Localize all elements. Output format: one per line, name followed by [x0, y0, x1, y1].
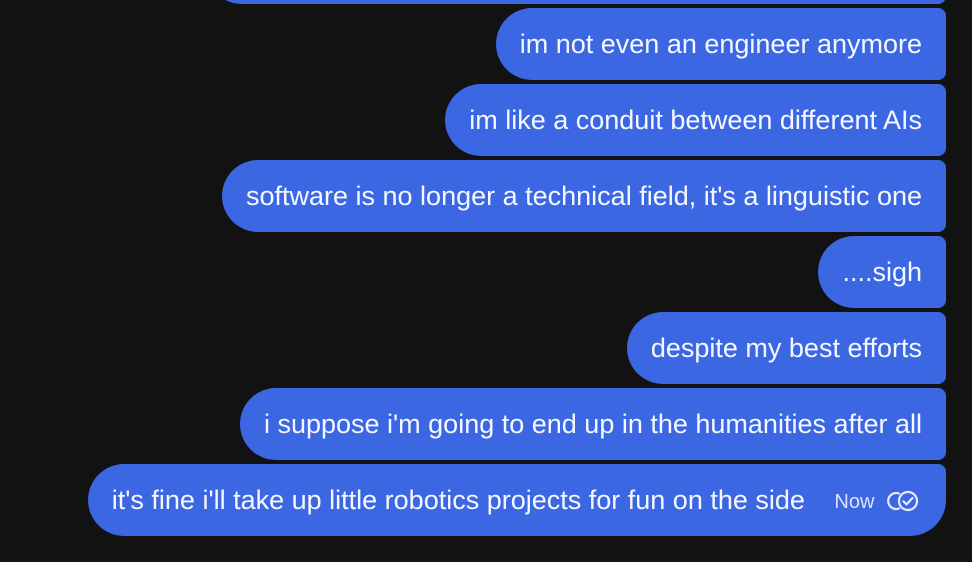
message-bubble[interactable]: software is no longer a technical field,… [221, 160, 946, 232]
message-bubble[interactable]: ....sigh [818, 236, 946, 308]
chat-thread: im not even an engineer anymore im like … [0, 0, 972, 562]
message-text: software is no longer a technical field,… [245, 181, 922, 211]
message-bubble-last[interactable]: it's fine i'll take up little robotics p… [87, 464, 946, 536]
message-meta: Now [834, 464, 922, 540]
message-bubble[interactable]: im like a conduit between different AIs [445, 84, 946, 156]
message-text: i suppose i'm going to end up in the hum… [263, 409, 922, 439]
message-text: im like a conduit between different AIs [469, 105, 922, 135]
message-text: despite my best efforts [650, 333, 922, 363]
message-text: im not even an engineer anymore [519, 29, 922, 59]
message-bubble[interactable]: despite my best efforts [626, 312, 946, 384]
message-timestamp: Now [834, 491, 875, 513]
double-check-icon [887, 490, 919, 511]
message-bubble-partial[interactable] [206, 0, 946, 4]
message-bubble[interactable]: i suppose i'm going to end up in the hum… [239, 388, 946, 460]
message-text: ....sigh [842, 257, 922, 287]
message-text: it's fine i'll take up little robotics p… [111, 485, 805, 515]
message-bubble[interactable]: im not even an engineer anymore [495, 8, 946, 80]
